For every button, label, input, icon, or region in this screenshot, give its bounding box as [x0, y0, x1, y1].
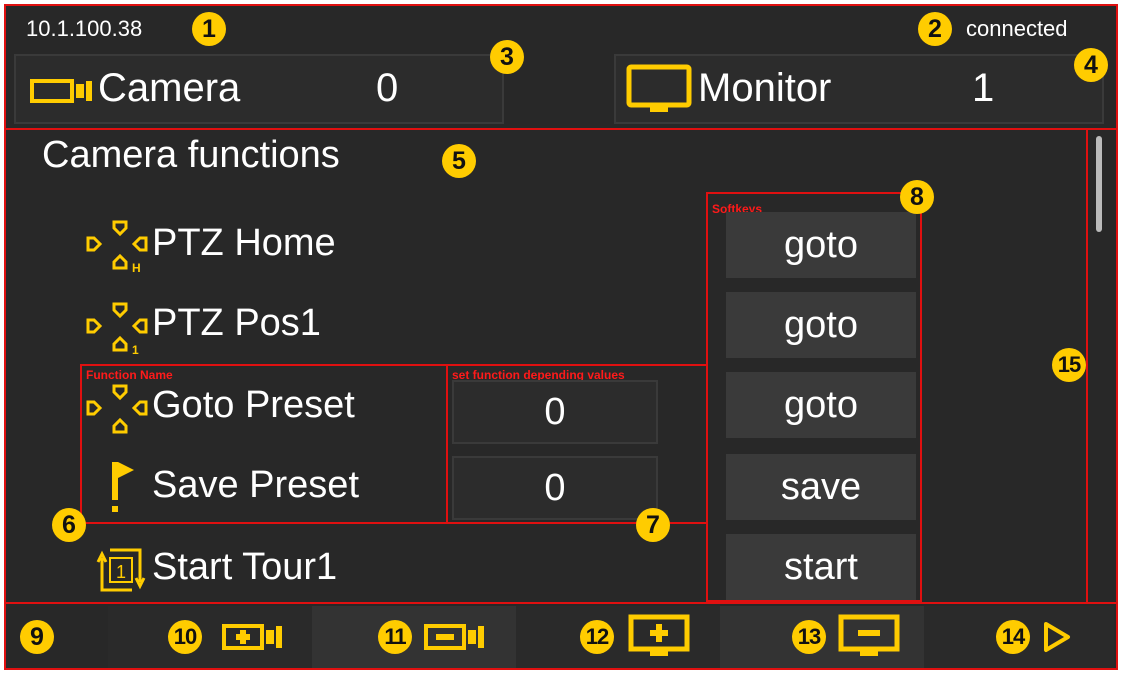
softkey-button[interactable]: save	[726, 454, 916, 520]
marker-badge: 5	[442, 144, 476, 178]
monitor-number: 1	[972, 66, 995, 110]
camera-selector[interactable]: Camera 0	[14, 54, 504, 124]
function-name: Start Tour1	[152, 546, 338, 588]
svg-text:1: 1	[132, 343, 139, 356]
tour-icon: 1	[96, 548, 146, 592]
marker-badge: 1	[192, 12, 226, 46]
ptz-preset-icon	[86, 384, 148, 434]
marker-badge: 11	[378, 620, 412, 654]
scrollbar-thumb[interactable]	[1096, 136, 1102, 232]
softkey-button[interactable]: goto	[726, 292, 916, 358]
monitor-decrement-icon	[838, 614, 900, 656]
function-name: Save Preset	[152, 464, 359, 506]
monitor-icon	[626, 64, 692, 112]
svg-text:H: H	[132, 261, 141, 274]
camera-decrement-button[interactable]	[312, 606, 516, 668]
function-name: PTZ Pos1	[152, 302, 321, 344]
softkey-button[interactable]: goto	[726, 212, 916, 278]
flag-icon	[112, 462, 134, 512]
softkey-button[interactable]: start	[726, 534, 916, 600]
marker-badge: 15	[1052, 348, 1086, 382]
camera-increment-button[interactable]	[108, 606, 312, 668]
marker-badge: 9	[20, 620, 54, 654]
preset-value-field[interactable]: 0	[452, 456, 658, 520]
camera-number: 0	[376, 66, 399, 110]
marker-badge: 8	[900, 180, 934, 214]
marker-badge: 13	[792, 620, 826, 654]
marker-badge: 2	[918, 12, 952, 46]
marker-badge: 4	[1074, 48, 1108, 82]
camera-label: Camera	[98, 66, 241, 110]
ptz-home-icon: H	[86, 220, 148, 274]
ptz-pos1-icon: 1	[86, 302, 148, 356]
camera-icon	[30, 79, 92, 103]
softkey-button[interactable]: goto	[726, 372, 916, 438]
marker-badge: 7	[636, 508, 670, 542]
function-name-annotation: Function Name	[86, 368, 173, 382]
marker-badge: 14	[996, 620, 1030, 654]
scrollbar-region	[1086, 128, 1118, 604]
svg-text:1: 1	[116, 562, 126, 582]
camera-decrement-icon	[424, 624, 484, 650]
function-name: Goto Preset	[152, 384, 355, 426]
next-arrow-icon	[1044, 622, 1070, 652]
marker-badge: 3	[490, 40, 524, 74]
preset-value-field[interactable]: 0	[452, 380, 658, 444]
camera-increment-icon	[222, 624, 282, 650]
monitor-increment-icon	[628, 614, 690, 656]
marker-badge: 10	[168, 620, 202, 654]
monitor-label: Monitor	[698, 66, 832, 110]
marker-badge: 12	[580, 620, 614, 654]
monitor-selector[interactable]: Monitor 1	[614, 54, 1104, 124]
marker-badge: 6	[52, 508, 86, 542]
monitor-increment-button[interactable]	[516, 606, 720, 668]
section-title: Camera functions	[42, 134, 340, 176]
function-name: PTZ Home	[152, 222, 336, 264]
